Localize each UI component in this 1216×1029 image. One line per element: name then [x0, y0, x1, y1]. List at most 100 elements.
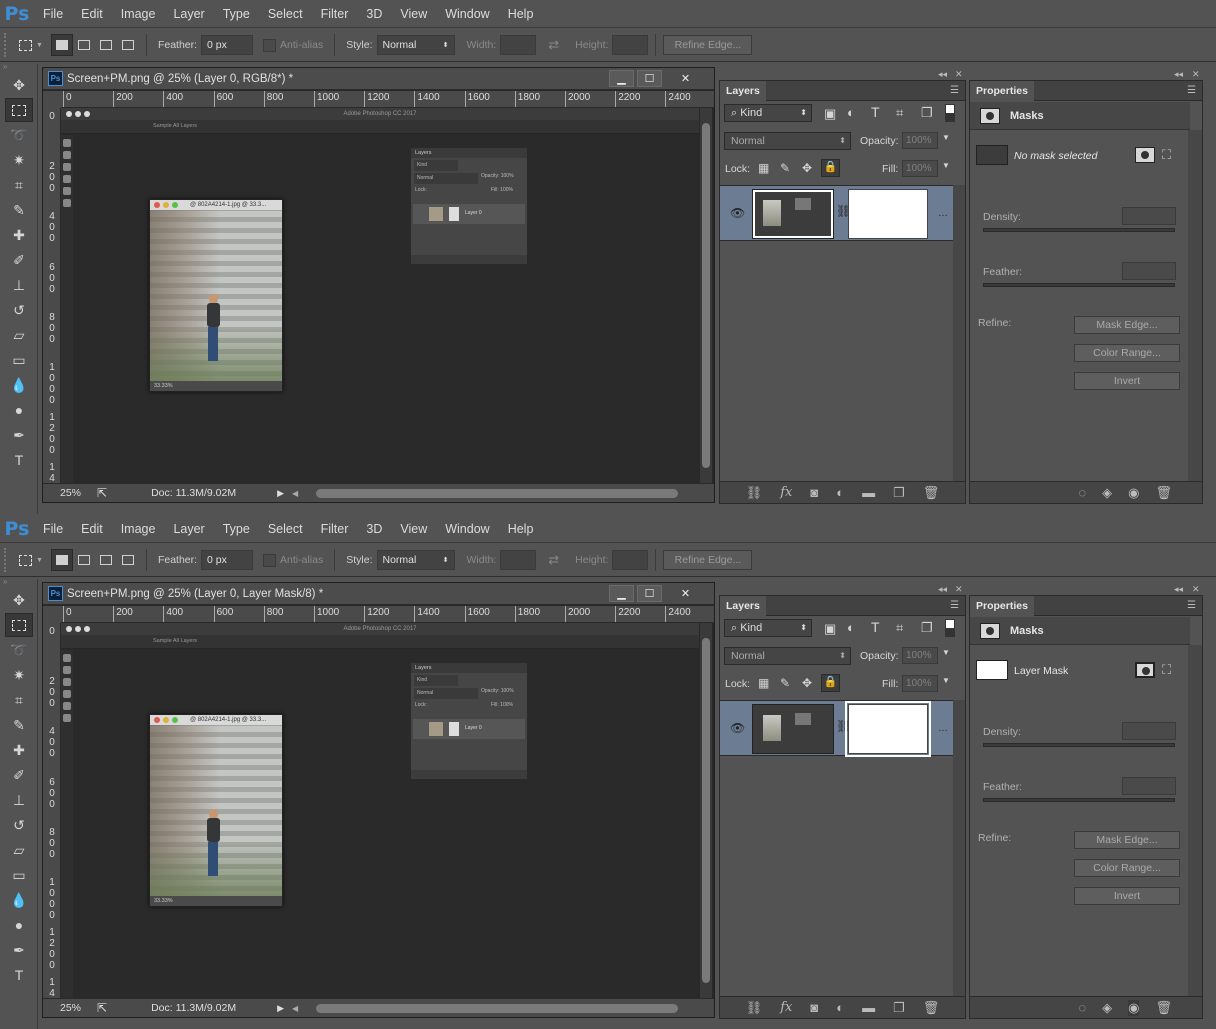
layer-filter-kind[interactable]: ⌕ Kind ⬍	[724, 619, 812, 637]
color-range-button[interactable]: Color Range...	[1074, 859, 1180, 877]
move-tool-icon[interactable]: ✥	[5, 588, 33, 612]
layer-filter-kind[interactable]: ⌕ Kind ⬍	[724, 104, 812, 122]
folder-icon[interactable]: ▬	[862, 485, 875, 500]
apply-mask-icon[interactable]: ◈	[1102, 1000, 1112, 1016]
feather-prop-input[interactable]	[1122, 262, 1176, 280]
menu-edit[interactable]: Edit	[72, 515, 112, 543]
filter-shape-icon[interactable]: ⌗	[896, 105, 903, 121]
link-icon[interactable]: ⛓	[746, 1000, 763, 1016]
load-selection-icon[interactable]: ◌	[1078, 1000, 1086, 1015]
menu-filter[interactable]: Filter	[312, 0, 358, 28]
doc-size[interactable]: Doc: 11.3M/9.02M	[151, 1002, 277, 1014]
scroll-left-icon[interactable]: ◀	[292, 1004, 298, 1013]
vertical-ruler[interactable]: 0 2 0 0 4 0 0 6 0 0 8 0 0 1 0 0 0 1 2 0 0 1 4	[43, 623, 61, 998]
mask-edge-button[interactable]: Mask Edge...	[1074, 831, 1180, 849]
arrow-right-icon[interactable]: ▶	[277, 1003, 284, 1014]
pen-tool-icon[interactable]: ✒	[5, 938, 33, 962]
link-icon[interactable]: ⛓	[746, 485, 763, 501]
blur-tool-icon[interactable]: 💧	[5, 888, 33, 912]
menu-type[interactable]: Type	[214, 515, 259, 543]
gradient-tool-icon[interactable]: ▭	[5, 863, 33, 887]
menu-type[interactable]: Type	[214, 0, 259, 28]
gradient-tool-icon[interactable]: ▭	[5, 348, 33, 372]
filter-adjust-icon[interactable]: ◐	[847, 620, 855, 635]
filter-toggle-icon[interactable]	[945, 104, 955, 122]
lock-transparent-icon[interactable]: ▦	[758, 161, 769, 175]
document-tab[interactable]: Ps Screen+PM.png @ 25% (Layer 0, RGB/8*)…	[43, 68, 714, 90]
scroll-thumb[interactable]	[702, 638, 710, 983]
add-selection-icon[interactable]	[73, 549, 95, 571]
menu-3d[interactable]: 3D	[357, 0, 391, 28]
fx-icon[interactable]: fx	[780, 485, 792, 500]
move-tool-icon[interactable]: ✥	[5, 73, 33, 97]
eraser-tool-icon[interactable]: ▱	[5, 323, 33, 347]
healing-brush-tool-icon[interactable]: ✚	[5, 738, 33, 762]
eraser-tool-icon[interactable]: ▱	[5, 838, 33, 862]
lock-all-icon[interactable]: 🔒	[821, 159, 840, 177]
document-tab[interactable]: Ps Screen+PM.png @ 25% (Layer 0, Layer M…	[43, 583, 714, 605]
visibility-eye-icon[interactable]: 👁	[730, 721, 745, 735]
close-button[interactable]: ✕	[673, 70, 698, 87]
rect-marquee-tool-icon[interactable]	[5, 613, 33, 637]
density-slider[interactable]	[983, 228, 1175, 232]
minimize-button[interactable]: ▁	[609, 585, 634, 602]
lock-position-icon[interactable]: ✥	[802, 161, 812, 175]
collapse-panels-icon[interactable]: ◂◂	[938, 69, 947, 80]
properties-scroll-track[interactable]	[1188, 645, 1202, 997]
density-input[interactable]	[1122, 207, 1176, 225]
filter-pixel-icon[interactable]: ▣	[824, 621, 836, 637]
height-input[interactable]	[612, 550, 649, 570]
lasso-tool-icon[interactable]: ➰	[5, 123, 33, 147]
filter-toggle-icon[interactable]	[945, 619, 955, 637]
filter-smart-icon[interactable]: ❐	[921, 620, 933, 636]
clone-stamp-tool-icon[interactable]: ⊥	[5, 273, 33, 297]
properties-tab[interactable]: Properties	[970, 81, 1034, 101]
brush-tool-icon[interactable]: ✐	[5, 248, 33, 272]
minimize-button[interactable]: ▁	[609, 70, 634, 87]
eyedropper-tool-icon[interactable]: ✎	[5, 713, 33, 737]
feather-slider[interactable]	[983, 798, 1175, 802]
blend-mode-select[interactable]: Normal ⬍	[724, 132, 851, 150]
invert-button[interactable]: Invert	[1074, 372, 1180, 390]
horizontal-ruler[interactable]: 0 200 400 600 800 1000 1200 1400 1600 1800 2000 220…	[61, 606, 714, 623]
new-layer-icon[interactable]: ❐	[893, 1000, 905, 1016]
scroll-thumb[interactable]	[702, 123, 710, 468]
apply-mask-icon[interactable]: ◈	[1102, 485, 1112, 501]
filter-adjust-icon[interactable]: ◐	[847, 105, 855, 120]
panel-menu-icon[interactable]: ☰	[950, 85, 959, 96]
crop-tool-icon[interactable]: ⌗	[5, 688, 33, 712]
maximize-button[interactable]: ☐	[637, 585, 662, 602]
feather-input[interactable]: 0 px	[201, 550, 254, 570]
trash-icon[interactable]: 🗑	[923, 485, 940, 501]
menu-select[interactable]: Select	[259, 515, 312, 543]
blur-tool-icon[interactable]: 💧	[5, 373, 33, 397]
arrow-right-icon[interactable]: ▶	[277, 488, 284, 499]
adjustment-icon[interactable]: ◐	[836, 485, 844, 500]
clone-stamp-tool-icon[interactable]: ⊥	[5, 788, 33, 812]
swap-icon[interactable]: ⇄	[548, 552, 559, 568]
options-grip[interactable]	[4, 548, 10, 572]
layer-thumbnail[interactable]	[752, 704, 834, 754]
opacity-input[interactable]: 100%	[902, 132, 938, 149]
trash-icon[interactable]: 🗑	[923, 1000, 940, 1016]
layers-scroll-track[interactable]	[953, 185, 965, 483]
brush-tool-icon[interactable]: ✐	[5, 763, 33, 787]
dodge-tool-icon[interactable]: ●	[5, 398, 33, 422]
eyedropper-tool-icon[interactable]: ✎	[5, 198, 33, 222]
antialias-checkbox[interactable]	[263, 553, 277, 567]
pixel-mask-icon[interactable]	[1135, 662, 1155, 678]
close-panels-icon[interactable]: ✕	[1192, 584, 1200, 595]
panel-menu-icon[interactable]: ☰	[1187, 85, 1196, 96]
subtract-selection-icon[interactable]	[95, 549, 117, 571]
disable-mask-eye-icon[interactable]: ◉	[1128, 485, 1139, 501]
chevron-down-icon[interactable]: ▼	[36, 557, 43, 564]
menu-file[interactable]: File	[34, 0, 72, 28]
healing-brush-tool-icon[interactable]: ✚	[5, 223, 33, 247]
layer-row[interactable]: 👁 ⛓ …	[720, 700, 953, 757]
pixel-mask-icon[interactable]	[1135, 147, 1155, 163]
blend-mode-select[interactable]: Normal ⬍	[724, 647, 851, 665]
menu-filter[interactable]: Filter	[312, 515, 358, 543]
menu-image[interactable]: Image	[112, 0, 165, 28]
filter-smart-icon[interactable]: ❐	[921, 105, 933, 121]
lock-paint-icon[interactable]: ✎	[780, 161, 790, 175]
